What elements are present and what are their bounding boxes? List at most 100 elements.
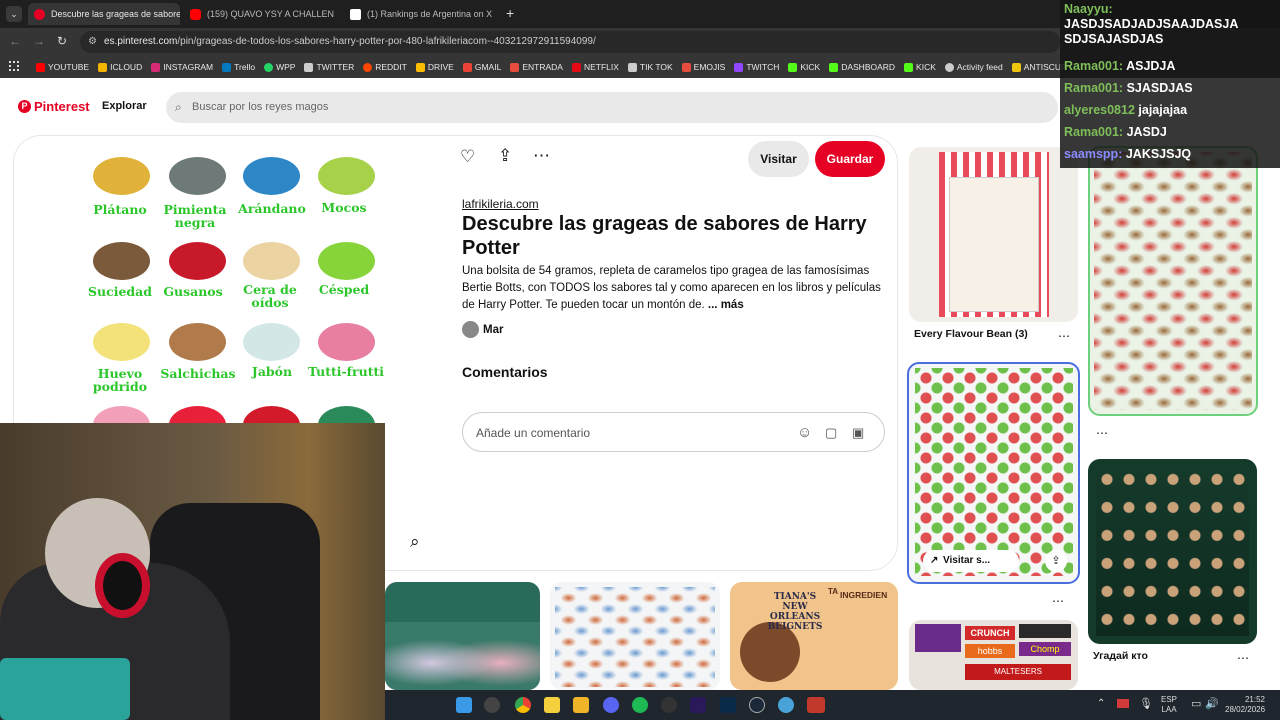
whatsapp-icon	[264, 62, 274, 72]
author-name: Mar	[483, 323, 504, 336]
pin-thumbnail	[949, 177, 1039, 312]
bookmark-item[interactable]: TIK TOK	[627, 62, 673, 72]
chat-user: alyeres0812	[1064, 103, 1135, 117]
lang-code: ESP	[1161, 695, 1178, 704]
share-icon[interactable]: ⇪	[498, 146, 512, 166]
close-tab-icon[interactable]: ✕	[492, 9, 496, 20]
notes-icon[interactable]	[544, 697, 560, 713]
chat-user: Rama001:	[1064, 59, 1124, 73]
forward-icon[interactable]: →	[33, 34, 45, 48]
url-field[interactable]: ⚙ es.pinterest.com/pin/grageas-de-todos-…	[80, 31, 1060, 53]
chrome-icon[interactable]	[515, 697, 531, 713]
bookmark-item[interactable]: DRIVE	[415, 62, 454, 72]
site-info-icon[interactable]: ⚙	[88, 31, 97, 53]
more-options-icon[interactable]: ⋯	[1052, 594, 1064, 608]
steam-icon[interactable]	[749, 697, 765, 713]
bookmark-item[interactable]: DASHBOARD	[829, 62, 895, 72]
clock[interactable]: 21:52 28/02/2026	[1225, 695, 1265, 715]
chat-text: JASDJSADJADJSAAJDASJA SDJSAJASDJAS	[1064, 17, 1238, 46]
spotify-icon[interactable]	[632, 697, 648, 713]
obs-icon[interactable]	[661, 697, 677, 713]
more-options-icon[interactable]: ⋯	[1237, 651, 1249, 665]
related-pin[interactable]: ↗ Visitar s... ⇪	[907, 362, 1080, 584]
save-button[interactable]: Guardar	[815, 141, 885, 177]
more-options-icon[interactable]: ⋯	[533, 146, 550, 166]
sticker-icon[interactable]: ▢	[825, 413, 837, 453]
candy-bar	[1019, 624, 1071, 638]
source-link[interactable]: lafrikileria.com	[462, 197, 539, 211]
related-pin[interactable]	[385, 582, 540, 690]
related-pin[interactable]	[550, 582, 720, 690]
bookmark-item[interactable]: EMOJIS	[681, 62, 725, 72]
comment-input[interactable]: Añade un comentario ☺ ▢ ▣	[462, 412, 885, 452]
app-icon[interactable]	[778, 697, 794, 713]
visual-search-icon[interactable]: ⌕	[410, 532, 420, 552]
bookmark-item[interactable]: Trello	[222, 62, 255, 72]
image-icon[interactable]: ▣	[852, 413, 864, 453]
more-options-icon[interactable]: ⋯	[1058, 329, 1070, 343]
visit-site-button[interactable]: ↗ Visitar s...	[923, 550, 1019, 572]
trello-icon	[222, 62, 232, 72]
bookmark-item[interactable]: KICK	[904, 62, 936, 72]
share-icon[interactable]: ⇪	[1045, 550, 1067, 572]
heart-icon[interactable]: ♡	[460, 147, 475, 167]
photoshop-icon[interactable]	[720, 697, 736, 713]
bookmark-item[interactable]: INSTAGRAM	[151, 62, 213, 72]
emoji-icon[interactable]: ☺	[797, 413, 812, 453]
bookmark-item[interactable]: TWITCH	[734, 62, 779, 72]
bookmark-item[interactable]: ICLOUD	[98, 62, 142, 72]
tab-list-icon[interactable]: ⌄	[6, 6, 22, 22]
bookmark-item[interactable]: ENTRADA	[510, 62, 563, 72]
premiere-icon[interactable]	[690, 697, 706, 713]
more-link[interactable]: ... más	[708, 299, 744, 311]
app-icon[interactable]	[807, 697, 825, 713]
bean-label: Cera de oídos	[243, 282, 297, 310]
bookmark-item[interactable]: WPP	[264, 62, 295, 72]
flag-icon[interactable]	[1117, 699, 1129, 708]
bookmark-item[interactable]: Activity feed	[944, 62, 1003, 72]
kick-icon	[904, 62, 914, 72]
visit-button[interactable]: Visitar	[748, 141, 809, 177]
instagram-icon	[151, 62, 161, 72]
bookmark-item[interactable]: GMAIL	[462, 62, 501, 72]
more-options-icon[interactable]: ⋯	[1096, 426, 1108, 440]
app-icon[interactable]	[484, 697, 500, 713]
start-icon[interactable]	[456, 697, 472, 713]
apps-grid-icon[interactable]	[9, 61, 19, 71]
related-pin[interactable]	[1088, 146, 1258, 416]
language-indicator[interactable]: ESP LAA	[1161, 695, 1177, 715]
bookmark-item[interactable]: YOUTUBE	[36, 62, 89, 72]
mic-icon[interactable]: 🎙	[1139, 697, 1153, 710]
visit-site-label: Visitar s...	[943, 555, 991, 566]
tab-x[interactable]: (1) Rankings de Argentina on X ✕	[344, 3, 496, 25]
bean-jabon	[243, 323, 300, 361]
bean-label: Pimienta negra	[163, 202, 227, 230]
discord-icon[interactable]	[603, 697, 619, 713]
new-tab-button[interactable]: +	[506, 5, 514, 21]
network-icon[interactable]: ▭	[1191, 697, 1201, 710]
explore-link[interactable]: Explorar	[102, 100, 147, 112]
back-icon[interactable]: ←	[9, 34, 21, 48]
pinterest-logo[interactable]: P Pinterest	[18, 99, 90, 114]
related-pin[interactable]	[1088, 459, 1257, 644]
reload-icon[interactable]: ↻	[57, 34, 67, 48]
tray-chevron-icon[interactable]: ⌃	[1097, 698, 1105, 709]
related-pin[interactable]: TA INGREDIEN TIANA'S NEW ORLEANS BEIGNET…	[730, 582, 898, 690]
related-pin[interactable]: CRUNCH hobbs Chomp MALTESERS	[909, 620, 1078, 690]
bookmark-item[interactable]: NETFLIX	[571, 62, 619, 72]
candy-bar: MALTESERS	[965, 664, 1071, 680]
search-input[interactable]: ⌕ Buscar por los reyes magos	[166, 92, 1058, 123]
tab-pinterest[interactable]: Descubre las grageas de sabore ✕	[28, 3, 180, 25]
bookmark-item[interactable]: ANTISCUF	[1011, 62, 1066, 72]
logo-text: Pinterest	[34, 99, 90, 114]
author[interactable]: Mar	[462, 321, 503, 338]
related-pin[interactable]	[909, 147, 1078, 322]
bookmark-item[interactable]: KICK	[788, 62, 820, 72]
volume-icon[interactable]: 🔊	[1205, 697, 1219, 710]
bookmark-item[interactable]: TWITTER	[304, 62, 354, 72]
url-host: es.pinterest.com	[104, 36, 178, 47]
bookmark-item[interactable]: REDDIT	[363, 62, 407, 72]
bean-salchichas	[169, 323, 226, 361]
tab-youtube[interactable]: (159) QUAVO YSY A CHALLENG ✕	[184, 3, 334, 25]
folder-icon[interactable]	[573, 697, 589, 713]
